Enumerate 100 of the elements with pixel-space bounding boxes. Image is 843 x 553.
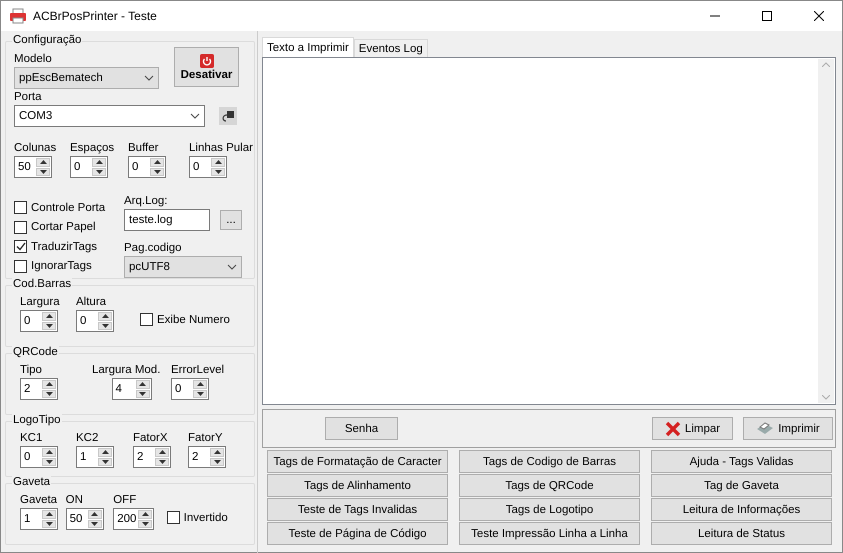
down-arrow-icon[interactable] [46, 460, 52, 464]
close-icon[interactable] [814, 11, 824, 21]
action-button[interactable]: Teste Impressão Linha a Linha [459, 522, 640, 545]
field-label: Altura [76, 295, 106, 310]
spin-field[interactable]: 1 [20, 508, 58, 530]
spin-field[interactable]: 2 [188, 446, 226, 468]
group-title: QRCode [12, 346, 59, 358]
action-button[interactable]: Tags de Logotipo [459, 498, 640, 521]
up-arrow-icon[interactable] [102, 314, 108, 318]
down-arrow-icon[interactable] [102, 460, 108, 464]
field-label: OFF [113, 493, 136, 508]
down-arrow-icon[interactable] [196, 392, 204, 396]
action-button[interactable]: Teste de Página de Código [267, 522, 448, 545]
up-arrow-icon[interactable] [46, 382, 52, 386]
field-label: FatorY [188, 431, 223, 446]
up-arrow-icon[interactable] [154, 160, 160, 164]
checkbox-label: Cortar Papel [31, 221, 96, 234]
up-arrow-icon[interactable] [96, 160, 102, 164]
spin-field[interactable]: 50 [14, 156, 52, 178]
action-button[interactable]: Ajuda - Tags Validas [651, 450, 832, 473]
model-dropdown[interactable]: ppEscBematech [14, 67, 159, 89]
spin-field[interactable]: 4 [112, 378, 152, 400]
deactivate-button[interactable]: Desativar [174, 47, 239, 87]
field-label: Porta [14, 90, 42, 105]
checkbox[interactable] [166, 511, 180, 524]
checkbox[interactable] [14, 220, 27, 234]
up-arrow-icon[interactable] [40, 160, 46, 164]
down-arrow-icon[interactable] [214, 170, 222, 174]
checkbox[interactable] [140, 313, 153, 326]
field-label: Modelo [14, 52, 52, 67]
log-file-field[interactable]: teste.log [124, 209, 210, 231]
plug-icon[interactable] [219, 107, 237, 125]
up-arrow-icon[interactable] [139, 382, 146, 386]
spin-field[interactable]: 50 [66, 508, 104, 530]
action-button[interactable]: Tags de Codigo de Barras [459, 450, 640, 473]
minimize-icon[interactable] [710, 15, 720, 17]
spin-field[interactable]: 0 [20, 446, 58, 468]
down-arrow-icon[interactable] [96, 170, 102, 174]
up-arrow-icon[interactable] [158, 450, 166, 454]
close-icon [664, 420, 681, 436]
up-arrow-icon[interactable] [91, 512, 98, 516]
down-arrow-icon[interactable] [154, 170, 160, 174]
down-arrow-icon[interactable] [40, 170, 46, 174]
down-arrow-icon[interactable] [158, 460, 166, 464]
clear-button[interactable]: Limpar [652, 417, 733, 440]
checkbox-label: IgnorarTags [31, 260, 92, 272]
action-button[interactable]: Tags de QRCode [459, 474, 640, 497]
action-button[interactable]: Tags de Alinhamento [267, 474, 448, 497]
up-arrow-icon[interactable] [196, 382, 204, 386]
down-arrow-icon[interactable] [214, 460, 220, 464]
browse-button[interactable]: ... [220, 210, 242, 230]
spin-field[interactable]: 0 [189, 156, 227, 178]
down-arrow-icon[interactable] [102, 324, 108, 328]
spin-field[interactable]: 200 [113, 508, 154, 530]
up-arrow-icon[interactable] [46, 512, 52, 516]
down-arrow-icon[interactable] [142, 522, 149, 526]
spin-field[interactable]: 0 [70, 156, 108, 178]
up-arrow-icon[interactable] [142, 512, 149, 516]
spin-field[interactable]: 0 [20, 310, 58, 332]
group-title: Configuração [12, 34, 82, 46]
codepage-dropdown[interactable]: pcUTF8 [124, 256, 242, 278]
tab[interactable]: Eventos Log [354, 39, 428, 57]
checkbox[interactable] [14, 240, 27, 254]
action-button[interactable]: Teste de Tags Invalidas [267, 498, 448, 521]
field-label: KC2 [76, 431, 98, 446]
field-label: Largura Mod. [92, 363, 160, 378]
up-arrow-icon[interactable] [214, 450, 220, 454]
action-button[interactable]: Leitura de Status [651, 522, 832, 545]
down-arrow-icon[interactable] [46, 324, 52, 328]
group-title: Gaveta [12, 476, 52, 488]
down-arrow-icon[interactable] [46, 522, 52, 526]
down-arrow-icon[interactable] [139, 392, 146, 396]
down-arrow-icon[interactable] [46, 392, 52, 396]
print-button[interactable]: Imprimir [743, 417, 833, 440]
spin-field[interactable]: 2 [20, 378, 58, 400]
tab[interactable]: Texto a Imprimir [262, 37, 354, 57]
spin-field[interactable]: 0 [171, 378, 209, 400]
spin-field[interactable]: 2 [133, 446, 171, 468]
spin-field[interactable]: 1 [76, 446, 114, 468]
window-title: ACBrPosPrinter - Teste [33, 9, 158, 23]
down-arrow-icon[interactable] [91, 522, 98, 526]
printer-icon [9, 8, 27, 24]
spin-field[interactable]: 0 [128, 156, 166, 178]
action-button[interactable]: Tags de Formatação de Caracter [267, 450, 448, 473]
checkbox[interactable] [14, 260, 27, 273]
checkbox[interactable] [14, 201, 27, 214]
field-label: ON [66, 493, 83, 508]
up-arrow-icon[interactable] [46, 314, 52, 318]
action-button[interactable]: Tag de Gaveta [651, 474, 832, 497]
up-arrow-icon[interactable] [102, 450, 108, 454]
field-label: Linhas Pular [189, 141, 253, 156]
up-arrow-icon[interactable] [46, 450, 52, 454]
maximize-icon[interactable] [762, 11, 772, 21]
up-arrow-icon[interactable] [214, 160, 222, 164]
spin-field[interactable]: 0 [76, 310, 114, 332]
printer-icon [756, 422, 774, 436]
action-button[interactable]: Leitura de Informações [651, 498, 832, 521]
port-dropdown[interactable]: COM3 [14, 105, 205, 127]
password-button[interactable]: Senha [325, 417, 398, 440]
group-title: LogoTipo [12, 414, 62, 426]
